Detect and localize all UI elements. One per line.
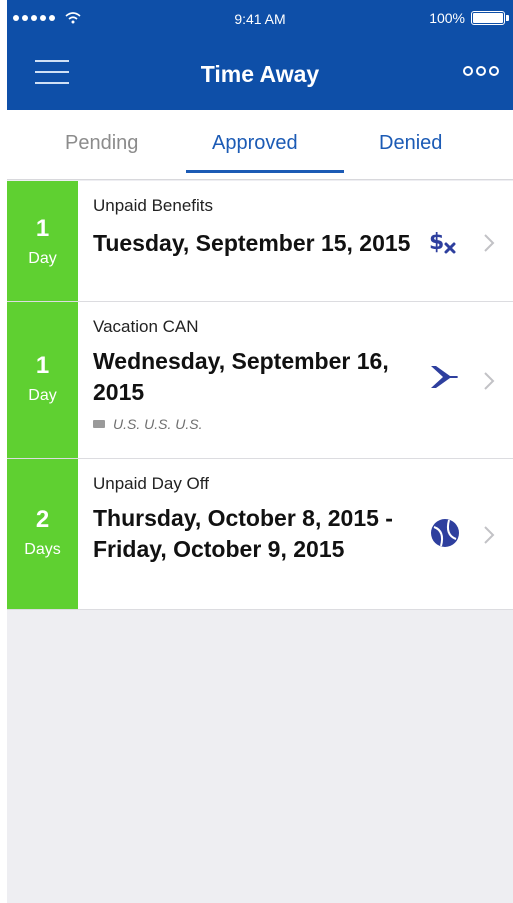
leave-date: Tuesday, September 15, 2015 bbox=[93, 230, 411, 256]
duration-badge: 2 Days bbox=[7, 459, 78, 609]
duration-unit: Day bbox=[28, 387, 57, 404]
list-item[interactable]: 1 Day Unpaid Benefits Tuesday, September… bbox=[7, 181, 513, 302]
ball-icon bbox=[429, 517, 461, 549]
leave-type: Unpaid Day Off bbox=[93, 474, 209, 493]
status-bar: 9:41 AM 100% bbox=[7, 0, 513, 38]
list-item[interactable]: 2 Days Unpaid Day Off Thursday, October … bbox=[7, 459, 513, 610]
selected-tab-indicator bbox=[186, 170, 344, 173]
chevron-right-icon bbox=[483, 525, 495, 545]
svg-text:$: $ bbox=[429, 230, 444, 255]
status-tabs: Pending Approved Denied bbox=[7, 110, 513, 180]
request-details: Unpaid Day Off Thursday, October 8, 2015… bbox=[93, 459, 423, 565]
airplane-icon bbox=[428, 361, 460, 393]
leave-type: Vacation CAN bbox=[93, 317, 199, 336]
request-list: 1 Day Unpaid Benefits Tuesday, September… bbox=[7, 181, 513, 610]
battery-icon bbox=[471, 11, 509, 25]
status-right: 100% bbox=[429, 10, 509, 26]
location-text: U.S. U.S. U.S. bbox=[113, 416, 203, 432]
tab-denied[interactable]: Denied bbox=[379, 132, 442, 155]
chevron-right-icon bbox=[483, 371, 495, 391]
request-details: Vacation CAN Wednesday, September 16, 20… bbox=[93, 302, 423, 432]
duration-number: 2 bbox=[35, 506, 50, 533]
leave-date: Thursday, October 8, 2015 - Friday, Octo… bbox=[93, 505, 393, 562]
app-screen: 9:41 AM 100% Time Away Pending Approved … bbox=[7, 0, 513, 903]
chevron-right-icon bbox=[483, 233, 495, 253]
duration-unit: Day bbox=[28, 250, 57, 267]
leave-date: Wednesday, September 16, 2015 bbox=[93, 348, 389, 405]
request-details: Unpaid Benefits Tuesday, September 15, 2… bbox=[93, 181, 423, 259]
leave-type: Unpaid Benefits bbox=[93, 196, 214, 215]
battery-percent: 100% bbox=[429, 10, 465, 26]
tab-approved[interactable]: Approved bbox=[212, 132, 298, 155]
location-line: U.S. U.S. U.S. bbox=[93, 416, 423, 432]
duration-number: 1 bbox=[35, 215, 50, 242]
flag-icon bbox=[93, 420, 105, 428]
money-icon: $ bbox=[427, 226, 459, 258]
list-item[interactable]: 1 Day Vacation CAN Wednesday, September … bbox=[7, 302, 513, 459]
duration-number: 1 bbox=[35, 352, 50, 379]
nav-bar: Time Away bbox=[7, 38, 513, 110]
duration-unit: Days bbox=[24, 541, 61, 558]
tab-pending[interactable]: Pending bbox=[65, 132, 138, 155]
more-icon[interactable] bbox=[463, 66, 499, 76]
page-title: Time Away bbox=[200, 61, 320, 87]
duration-badge: 1 Day bbox=[7, 302, 78, 458]
duration-badge: 1 Day bbox=[7, 181, 78, 301]
